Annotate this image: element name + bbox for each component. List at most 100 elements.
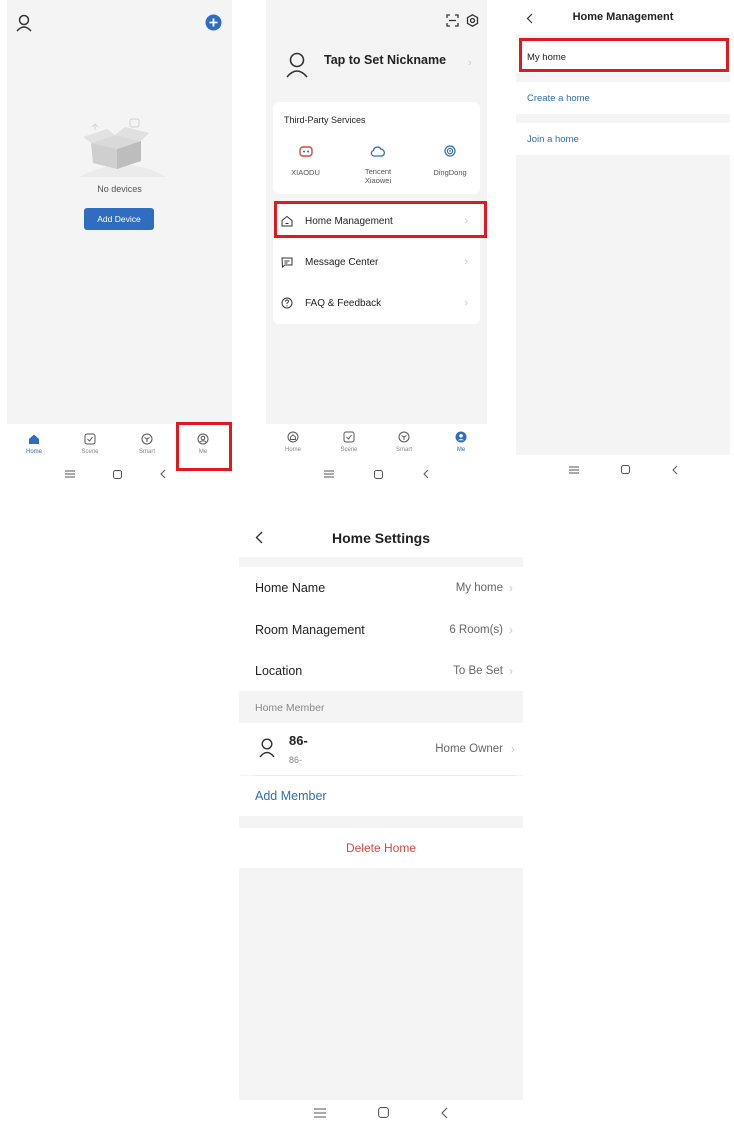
home-icon [287,431,299,443]
me-icon [455,431,467,443]
page-title: Home Management [572,11,674,23]
dingdong-icon [444,145,456,157]
system-nav-bar [7,464,232,484]
member-sub: 86- [289,755,303,765]
menu-message-center[interactable]: Message Center › [273,242,480,282]
service-dingdong[interactable]: DingDong [425,144,475,177]
home-square-icon[interactable] [620,465,630,475]
tab-home[interactable]: Home [14,433,54,455]
tab-smart[interactable]: Smart [384,431,424,453]
delete-home-button[interactable]: Delete Home [346,841,416,855]
home-square-icon[interactable] [113,469,122,479]
nickname-text[interactable]: Tap to Set Nickname [324,53,446,67]
home-icon [28,433,40,445]
empty-box-icon [77,113,169,183]
home-square-icon[interactable] [374,469,383,479]
avatar-icon[interactable] [286,52,308,78]
tab-home-label: Home [284,447,301,453]
home-content: No devices Add Device [7,0,232,424]
tab-scene[interactable]: Scene [70,433,110,455]
home-management-screen: Home Management My home Create a home Jo… [516,0,730,484]
service-xiaodu[interactable]: XIAODU [283,144,328,177]
service-tencent[interactable]: Tencent Xiaowei [353,144,403,185]
third-party-card: Third-Party Services XIAODU Tencent Xiao… [273,102,480,194]
join-home-label: Join a home [527,133,579,145]
back-arrow-icon[interactable] [441,1107,448,1119]
location-value: To Be Set [453,665,503,677]
tab-scene-label: Scene [81,449,99,455]
tencent-xiaowei-icon [370,146,386,157]
home-item-label: My home [527,51,567,63]
service-xiaodu-label: XIAODU [291,168,320,177]
home-name-value: My home [455,582,503,594]
menu-faq-feedback[interactable]: FAQ & Feedback › [273,283,480,323]
tab-home[interactable]: Home [273,431,313,453]
tab-home-label: Home [25,449,42,455]
empty-text: No devices [97,184,142,194]
menu-home-management-label: Home Management [305,215,393,227]
gear-icon[interactable] [466,14,479,27]
me-icon [197,433,209,445]
back-arrow-icon[interactable] [423,469,429,479]
chevron-right-icon: › [464,215,468,227]
profile-icon[interactable] [16,14,32,32]
tab-smart-label: Smart [395,447,412,453]
home-name-row[interactable]: Home Name My home › [239,567,523,609]
tab-smart-label: Smart [138,449,155,455]
nickname-chevron-icon: › [468,57,472,69]
menu-lines-icon[interactable] [65,469,75,479]
add-member-button[interactable]: Add Member [255,789,523,803]
add-circle-icon[interactable] [205,14,222,31]
tab-scene[interactable]: Scene [329,431,369,453]
menu-lines-icon[interactable] [314,1107,326,1119]
tab-me[interactable]: Me [441,431,481,453]
system-nav-bar [239,1100,523,1125]
chevron-right-icon: › [509,581,513,595]
member-avatar-icon [259,738,275,758]
scene-icon [84,433,96,445]
tab-me[interactable]: Me [183,433,223,455]
tab-me-label: Me [198,449,208,455]
home-square-icon[interactable] [378,1107,389,1119]
menu-lines-icon[interactable] [324,469,334,479]
message-icon [281,257,305,268]
home-screen: No devices Add Device Home Scene Smart M… [7,0,232,484]
scene-icon [343,431,355,443]
location-label: Location [255,664,303,678]
member-section-title: Home Member [255,702,325,714]
back-arrow-icon[interactable] [671,465,678,475]
service-tencent-label: Tencent Xiaowei [364,167,392,185]
menu-lines-icon[interactable] [568,465,579,475]
smart-icon [398,431,410,443]
chevron-right-icon: › [464,256,468,268]
menu-card: Home Management › Message Center › FAQ &… [273,201,480,324]
third-party-title: Third-Party Services [284,115,366,125]
chevron-right-icon: › [509,664,513,678]
delete-home-row[interactable]: Delete Home [239,828,523,868]
home-item-my-home[interactable]: My home [516,41,730,73]
add-device-button[interactable]: Add Device [84,208,154,230]
member-row[interactable]: 86- 86- Home Owner › [239,723,523,775]
room-management-value: 6 Room(s) [449,624,503,636]
room-management-row[interactable]: Room Management 6 Room(s) › [239,609,523,651]
menu-home-management[interactable]: Home Management › [273,201,480,241]
add-member-row[interactable]: Add Member [239,776,523,816]
xiaodu-icon [298,146,313,157]
location-row[interactable]: Location To Be Set › [239,651,523,691]
question-icon [281,297,305,309]
system-nav-bar [266,464,487,484]
scan-icon[interactable] [446,14,459,27]
menu-faq-feedback-label: FAQ & Feedback [305,297,382,309]
chevron-right-icon: › [511,742,515,756]
chevron-right-icon: › [464,297,468,309]
member-role: Home Owner [435,743,503,755]
back-arrow-icon[interactable] [160,469,166,479]
tab-smart[interactable]: Smart [127,433,167,455]
me-screen: Tap to Set Nickname › Third-Party Servic… [266,0,487,484]
join-home-button[interactable]: Join a home [516,123,730,155]
room-management-label: Room Management [255,623,365,637]
create-home-button[interactable]: Create a home [516,82,730,114]
home-name-label: Home Name [255,581,326,595]
tab-me-label: Me [456,447,466,453]
page-title: Home Settings [331,530,430,546]
